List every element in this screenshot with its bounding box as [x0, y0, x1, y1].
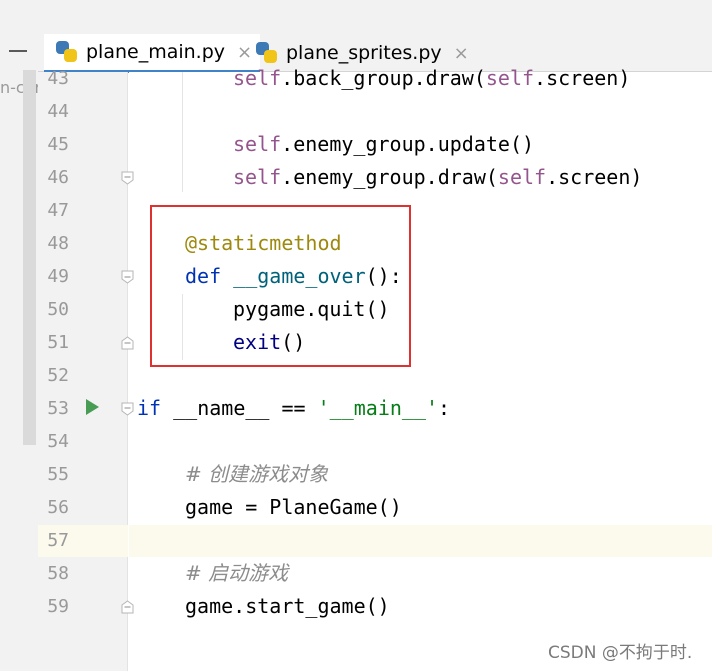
line-number: 48: [47, 233, 69, 254]
line-number: 56: [47, 497, 69, 518]
code-token: .enemy_group.draw(: [281, 165, 498, 189]
code-token: game.start_game(): [185, 594, 390, 618]
fold-end-icon[interactable]: [121, 171, 134, 185]
code-line[interactable]: 59 game.start_game(): [0, 590, 712, 623]
line-number: 47: [47, 200, 69, 221]
code-token: game = PlaneGame(): [185, 495, 402, 519]
line-number: 45: [47, 134, 69, 155]
run-icon[interactable]: [86, 399, 99, 415]
code-token: '__main__': [317, 396, 439, 420]
line-number: 46: [47, 167, 69, 188]
line-number: 58: [47, 563, 69, 584]
line-number: 59: [47, 596, 69, 617]
python-file-icon: [56, 41, 78, 63]
code-line[interactable]: 53 if __name__ == '__main__':: [0, 392, 712, 425]
code-line[interactable]: 43 self.back_group.draw(self.screen): [0, 62, 712, 95]
fold-start-icon[interactable]: [121, 270, 134, 284]
line-number: 52: [47, 365, 69, 386]
minimize-icon[interactable]: [9, 50, 27, 52]
line-number: 51: [47, 332, 69, 353]
code-token: # 启动游戏: [185, 561, 289, 585]
line-number: 43: [47, 68, 69, 89]
fold-end-icon[interactable]: [121, 600, 134, 614]
code-line[interactable]: 44: [0, 95, 712, 128]
code-token: if: [137, 396, 174, 420]
line-number: 54: [47, 431, 69, 452]
code-text: game.start_game(): [185, 590, 390, 623]
code-token: .screen): [534, 66, 631, 90]
code-token: __name__ ==: [173, 396, 318, 420]
fold-end-icon[interactable]: [121, 336, 134, 350]
code-token: .screen): [546, 165, 643, 189]
code-text: # 启动游戏: [185, 557, 288, 590]
code-token: self: [233, 66, 282, 90]
line-number: 53: [47, 398, 69, 419]
code-text: # 创建游戏对象: [185, 458, 328, 491]
code-token: :: [438, 396, 451, 420]
line-number: 57: [47, 530, 69, 551]
code-line[interactable]: 45 self.enemy_group.update(): [0, 128, 712, 161]
code-line[interactable]: 57: [0, 524, 712, 557]
code-line[interactable]: 55 # 创建游戏对象: [0, 458, 712, 491]
code-line[interactable]: 54: [0, 425, 712, 458]
line-number: 44: [47, 101, 69, 122]
code-text: if __name__ == '__main__':: [137, 392, 450, 425]
code-token: self: [497, 165, 547, 189]
code-text: self.enemy_group.draw(self.screen): [233, 161, 642, 194]
code-token: self: [485, 66, 535, 90]
watermark-text: CSDN @不拘于时.: [548, 643, 693, 663]
code-text: self.back_group.draw(self.screen): [233, 62, 630, 95]
code-text: game = PlaneGame(): [185, 491, 402, 524]
code-token: # 创建游戏对象: [185, 462, 329, 486]
code-token: self: [233, 132, 282, 156]
tab-label: plane_sprites.py: [286, 42, 442, 64]
tab-label: plane_main.py: [86, 41, 226, 63]
code-token: .back_group.draw(: [281, 66, 486, 90]
line-number: 55: [47, 464, 69, 485]
code-line[interactable]: 58 # 启动游戏: [0, 557, 712, 590]
code-text: self.enemy_group.update(): [233, 128, 534, 161]
python-file-icon: [256, 42, 278, 64]
code-line[interactable]: 46 self.enemy_group.draw(self.screen): [0, 161, 712, 194]
code-token: self: [233, 165, 282, 189]
close-tab-icon[interactable]: ×: [454, 43, 469, 64]
line-number: 50: [47, 299, 69, 320]
code-token: .enemy_group.update(): [281, 132, 535, 156]
line-number: 49: [47, 266, 69, 287]
highlight-annotation-box: [150, 205, 411, 367]
code-line[interactable]: 56 game = PlaneGame(): [0, 491, 712, 524]
fold-start-icon[interactable]: [121, 402, 134, 416]
